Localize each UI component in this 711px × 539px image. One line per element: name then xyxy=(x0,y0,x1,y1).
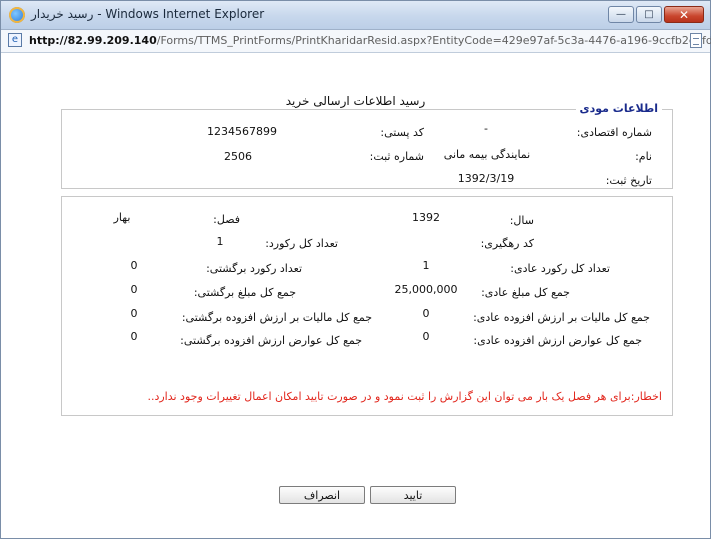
normal-amount-value: 25,000,000 xyxy=(394,283,458,296)
address-path: /Forms/TTMS_PrintForms/PrintKharidarResi… xyxy=(156,34,711,47)
page-favicon-icon: e xyxy=(8,33,22,47)
normal-amount-label: جمع کل مبلغ عادی: xyxy=(481,286,570,299)
page-content: رسید اطلاعات ارسالی خرید اطلاعات مودی شم… xyxy=(1,53,710,538)
returned-duty-value: 0 xyxy=(130,330,138,343)
browser-window: رسید خریدار - Windows Internet Explorer … xyxy=(0,0,711,539)
economic-code-value: - xyxy=(484,122,488,135)
postal-code-value: 1234567899 xyxy=(207,125,277,138)
returned-amount-label: جمع کل مبلغ برگشتی: xyxy=(193,286,296,299)
returned-vat-label: جمع کل مالیات بر ارزش افزوده برگشتی: xyxy=(181,311,372,324)
year-label: سال: xyxy=(509,214,534,227)
internet-explorer-icon xyxy=(9,7,25,23)
window-title: رسید خریدار - Windows Internet Explorer xyxy=(31,7,265,21)
compatibility-view-icon[interactable] xyxy=(690,33,702,48)
returned-duty-label: جمع کل عوارض ارزش افزوده برگشتی: xyxy=(180,334,362,347)
normal-records-value: 1 xyxy=(422,259,430,272)
registration-date-label: تاریخ ثبت: xyxy=(605,174,652,187)
season-label: فصل: xyxy=(213,213,240,226)
taxpayer-info-group: اطلاعات مودی شماره اقتصادی: - کد پستی: 1… xyxy=(61,102,673,189)
warning-message: اخطار:برای هر فصل یک بار می توان این گزا… xyxy=(147,390,662,403)
normal-vat-label: جمع کل مالیات بر ارزش افزوده عادی: xyxy=(473,311,650,324)
address-bar[interactable]: e http://82.99.209.140/Forms/TTMS_PrintF… xyxy=(1,30,711,53)
tracking-code-label: کد رهگیری: xyxy=(480,237,534,250)
maximize-button[interactable]: □ xyxy=(636,6,662,23)
name-label: نام: xyxy=(635,150,652,163)
name-value: نمایندگی بیمه مانی xyxy=(443,148,531,161)
normal-duty-label: جمع کل عوارض ارزش افزوده عادی: xyxy=(473,334,642,347)
registration-number-label: شماره ثبت: xyxy=(369,150,424,163)
economic-code-label: شماره اقتصادی: xyxy=(576,126,652,139)
returned-vat-value: 0 xyxy=(130,307,138,320)
total-records-value: 1 xyxy=(216,235,224,248)
address-host: http://82.99.209.140 xyxy=(29,34,157,47)
title-bar[interactable]: رسید خریدار - Windows Internet Explorer … xyxy=(1,1,710,30)
minimize-icon: — xyxy=(616,9,626,20)
window-controls: — □ ✕ xyxy=(608,6,704,23)
registration-date-value: 1392/3/19 xyxy=(457,172,515,185)
close-icon: ✕ xyxy=(678,7,690,22)
total-records-label: تعداد کل رکورد: xyxy=(265,237,338,250)
cancel-button[interactable]: انصراف xyxy=(279,486,365,504)
close-button[interactable]: ✕ xyxy=(664,6,704,23)
report-summary-group: سال: 1392 فصل: بهار کد رهگیری: تعداد کل … xyxy=(61,196,673,416)
normal-vat-value: 0 xyxy=(422,307,430,320)
minimize-button[interactable]: — xyxy=(608,6,634,23)
returned-records-label: تعداد رکورد برگشتی: xyxy=(206,262,302,275)
taxpayer-info-legend: اطلاعات مودی xyxy=(575,102,662,115)
returned-amount-value: 0 xyxy=(130,283,138,296)
maximize-icon: □ xyxy=(644,9,654,20)
season-value: بهار xyxy=(113,211,131,224)
normal-records-label: تعداد کل رکورد عادی: xyxy=(510,262,610,275)
normal-duty-value: 0 xyxy=(422,330,430,343)
registration-number-value: 2506 xyxy=(224,150,252,163)
postal-code-label: کد پستی: xyxy=(380,126,424,139)
address-url[interactable]: http://82.99.209.140/Forms/TTMS_PrintFor… xyxy=(29,34,711,47)
confirm-button[interactable]: تایید xyxy=(370,486,456,504)
year-value: 1392 xyxy=(412,211,440,224)
returned-records-value: 0 xyxy=(130,259,138,272)
